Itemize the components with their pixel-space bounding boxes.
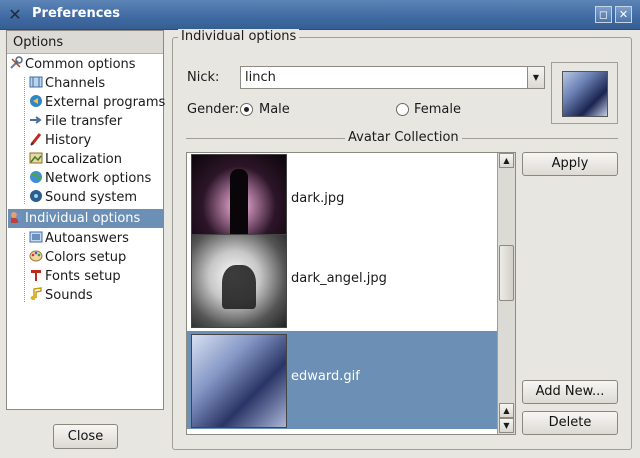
localization-icon — [29, 152, 43, 164]
tree-item-autoanswers[interactable]: Autoanswers — [29, 229, 129, 248]
tree-item-label: Sound system — [45, 190, 138, 205]
avatar-filename: edward.gif — [291, 369, 360, 384]
tree-item-label: Colors setup — [45, 250, 127, 265]
tree-item-label: Network options — [45, 171, 152, 186]
delete-button[interactable]: Delete — [522, 411, 618, 435]
scrollbar-thumb[interactable] — [499, 245, 514, 301]
chevron-down-icon[interactable]: ▼ — [527, 67, 544, 88]
gender-male-radio[interactable] — [240, 103, 253, 116]
window-title: Preferences — [32, 6, 120, 21]
channels-icon — [29, 76, 43, 88]
tree-item-colors-setup[interactable]: Colors setup — [29, 248, 126, 267]
nick-combobox[interactable]: linch ▼ — [240, 66, 545, 89]
tree-item-individual-options[interactable]: Individual options — [8, 209, 163, 228]
tree-item-sound-system[interactable]: Sound system — [29, 188, 137, 207]
gender-female-label: Female — [414, 102, 462, 117]
sound-system-icon — [30, 190, 42, 202]
options-header: Options — [7, 31, 163, 54]
tree-connector — [24, 77, 25, 204]
tree-item-localization[interactable]: Localization — [29, 150, 122, 169]
add-new-button[interactable]: Add New... — [522, 380, 618, 404]
file-transfer-icon — [30, 116, 42, 124]
apply-button[interactable]: Apply — [522, 152, 618, 176]
tree-item-common-options[interactable]: Common options — [9, 55, 163, 74]
scroll-up-arrow-icon[interactable]: ▲ — [499, 153, 514, 168]
app-icon: ✕ — [8, 5, 22, 24]
group-title: Individual options — [178, 29, 300, 44]
tree-item-label: External programs — [45, 95, 166, 110]
tree-item-sounds[interactable]: Sounds — [29, 286, 93, 305]
avatar-collection-title: Avatar Collection — [345, 130, 462, 145]
history-icon — [30, 133, 42, 146]
tree-item-label: History — [45, 133, 92, 148]
avatar-filename: dark.jpg — [291, 191, 345, 206]
nick-label: Nick: — [187, 70, 220, 85]
individual-options-icon — [11, 212, 22, 223]
tree-item-label: Common options — [25, 57, 136, 72]
tree-item-label: Sounds — [45, 288, 93, 303]
nick-value: linch — [245, 70, 276, 85]
tree-connector — [24, 233, 25, 302]
avatar-thumbnail — [191, 234, 287, 328]
music-note-icon — [30, 287, 42, 300]
options-tree: Options Common options Channels External… — [6, 30, 165, 410]
tree-item-network-options[interactable]: Network options — [29, 169, 151, 188]
maximize-button[interactable]: ◻ — [595, 6, 612, 23]
gender-male-label: Male — [259, 102, 290, 117]
scroll-up-arrow-icon[interactable]: ▲ — [499, 403, 514, 418]
palette-icon — [29, 250, 43, 262]
tree-item-label: Channels — [45, 76, 106, 91]
fonts-icon — [31, 270, 41, 281]
gender-label: Gender: — [187, 102, 240, 117]
tools-icon — [10, 56, 23, 69]
avatar-preview-image — [562, 71, 608, 117]
tree-item-label: Localization — [45, 152, 122, 167]
external-programs-icon — [30, 95, 42, 107]
tree-item-external-programs[interactable]: External programs — [29, 93, 165, 112]
tree-item-history[interactable]: History — [29, 131, 91, 150]
close-window-button[interactable]: ✕ — [615, 6, 632, 23]
avatar-filename: dark_angel.jpg — [291, 271, 387, 286]
tree-item-file-transfer[interactable]: File transfer — [29, 112, 122, 131]
avatar-thumbnail — [191, 334, 287, 428]
tree-item-label: File transfer — [45, 114, 123, 129]
avatar-preview — [551, 62, 618, 124]
tree-item-channels[interactable]: Channels — [29, 74, 105, 93]
autoanswers-icon — [29, 231, 43, 243]
tree-item-label: Fonts setup — [45, 269, 121, 284]
title-bar: ✕ Preferences ◻ ✕ — [0, 0, 640, 30]
avatar-list-scrollbar[interactable]: ▲ ▲ ▼ — [497, 153, 515, 434]
avatar-list-item[interactable]: edward.gif — [187, 331, 498, 429]
scroll-down-arrow-icon[interactable]: ▼ — [499, 418, 514, 433]
avatar-list[interactable]: dark.jpg dark_angel.jpg edward.gif — [186, 152, 516, 435]
gender-female-radio[interactable] — [396, 103, 409, 116]
tree-item-label: Individual options — [25, 211, 141, 226]
tree-item-fonts-setup[interactable]: Fonts setup — [29, 267, 121, 286]
tree-item-label: Autoanswers — [45, 231, 129, 246]
avatar-list-item[interactable]: dark_angel.jpg — [187, 233, 498, 329]
close-button[interactable]: Close — [53, 424, 118, 449]
network-icon — [30, 171, 42, 183]
